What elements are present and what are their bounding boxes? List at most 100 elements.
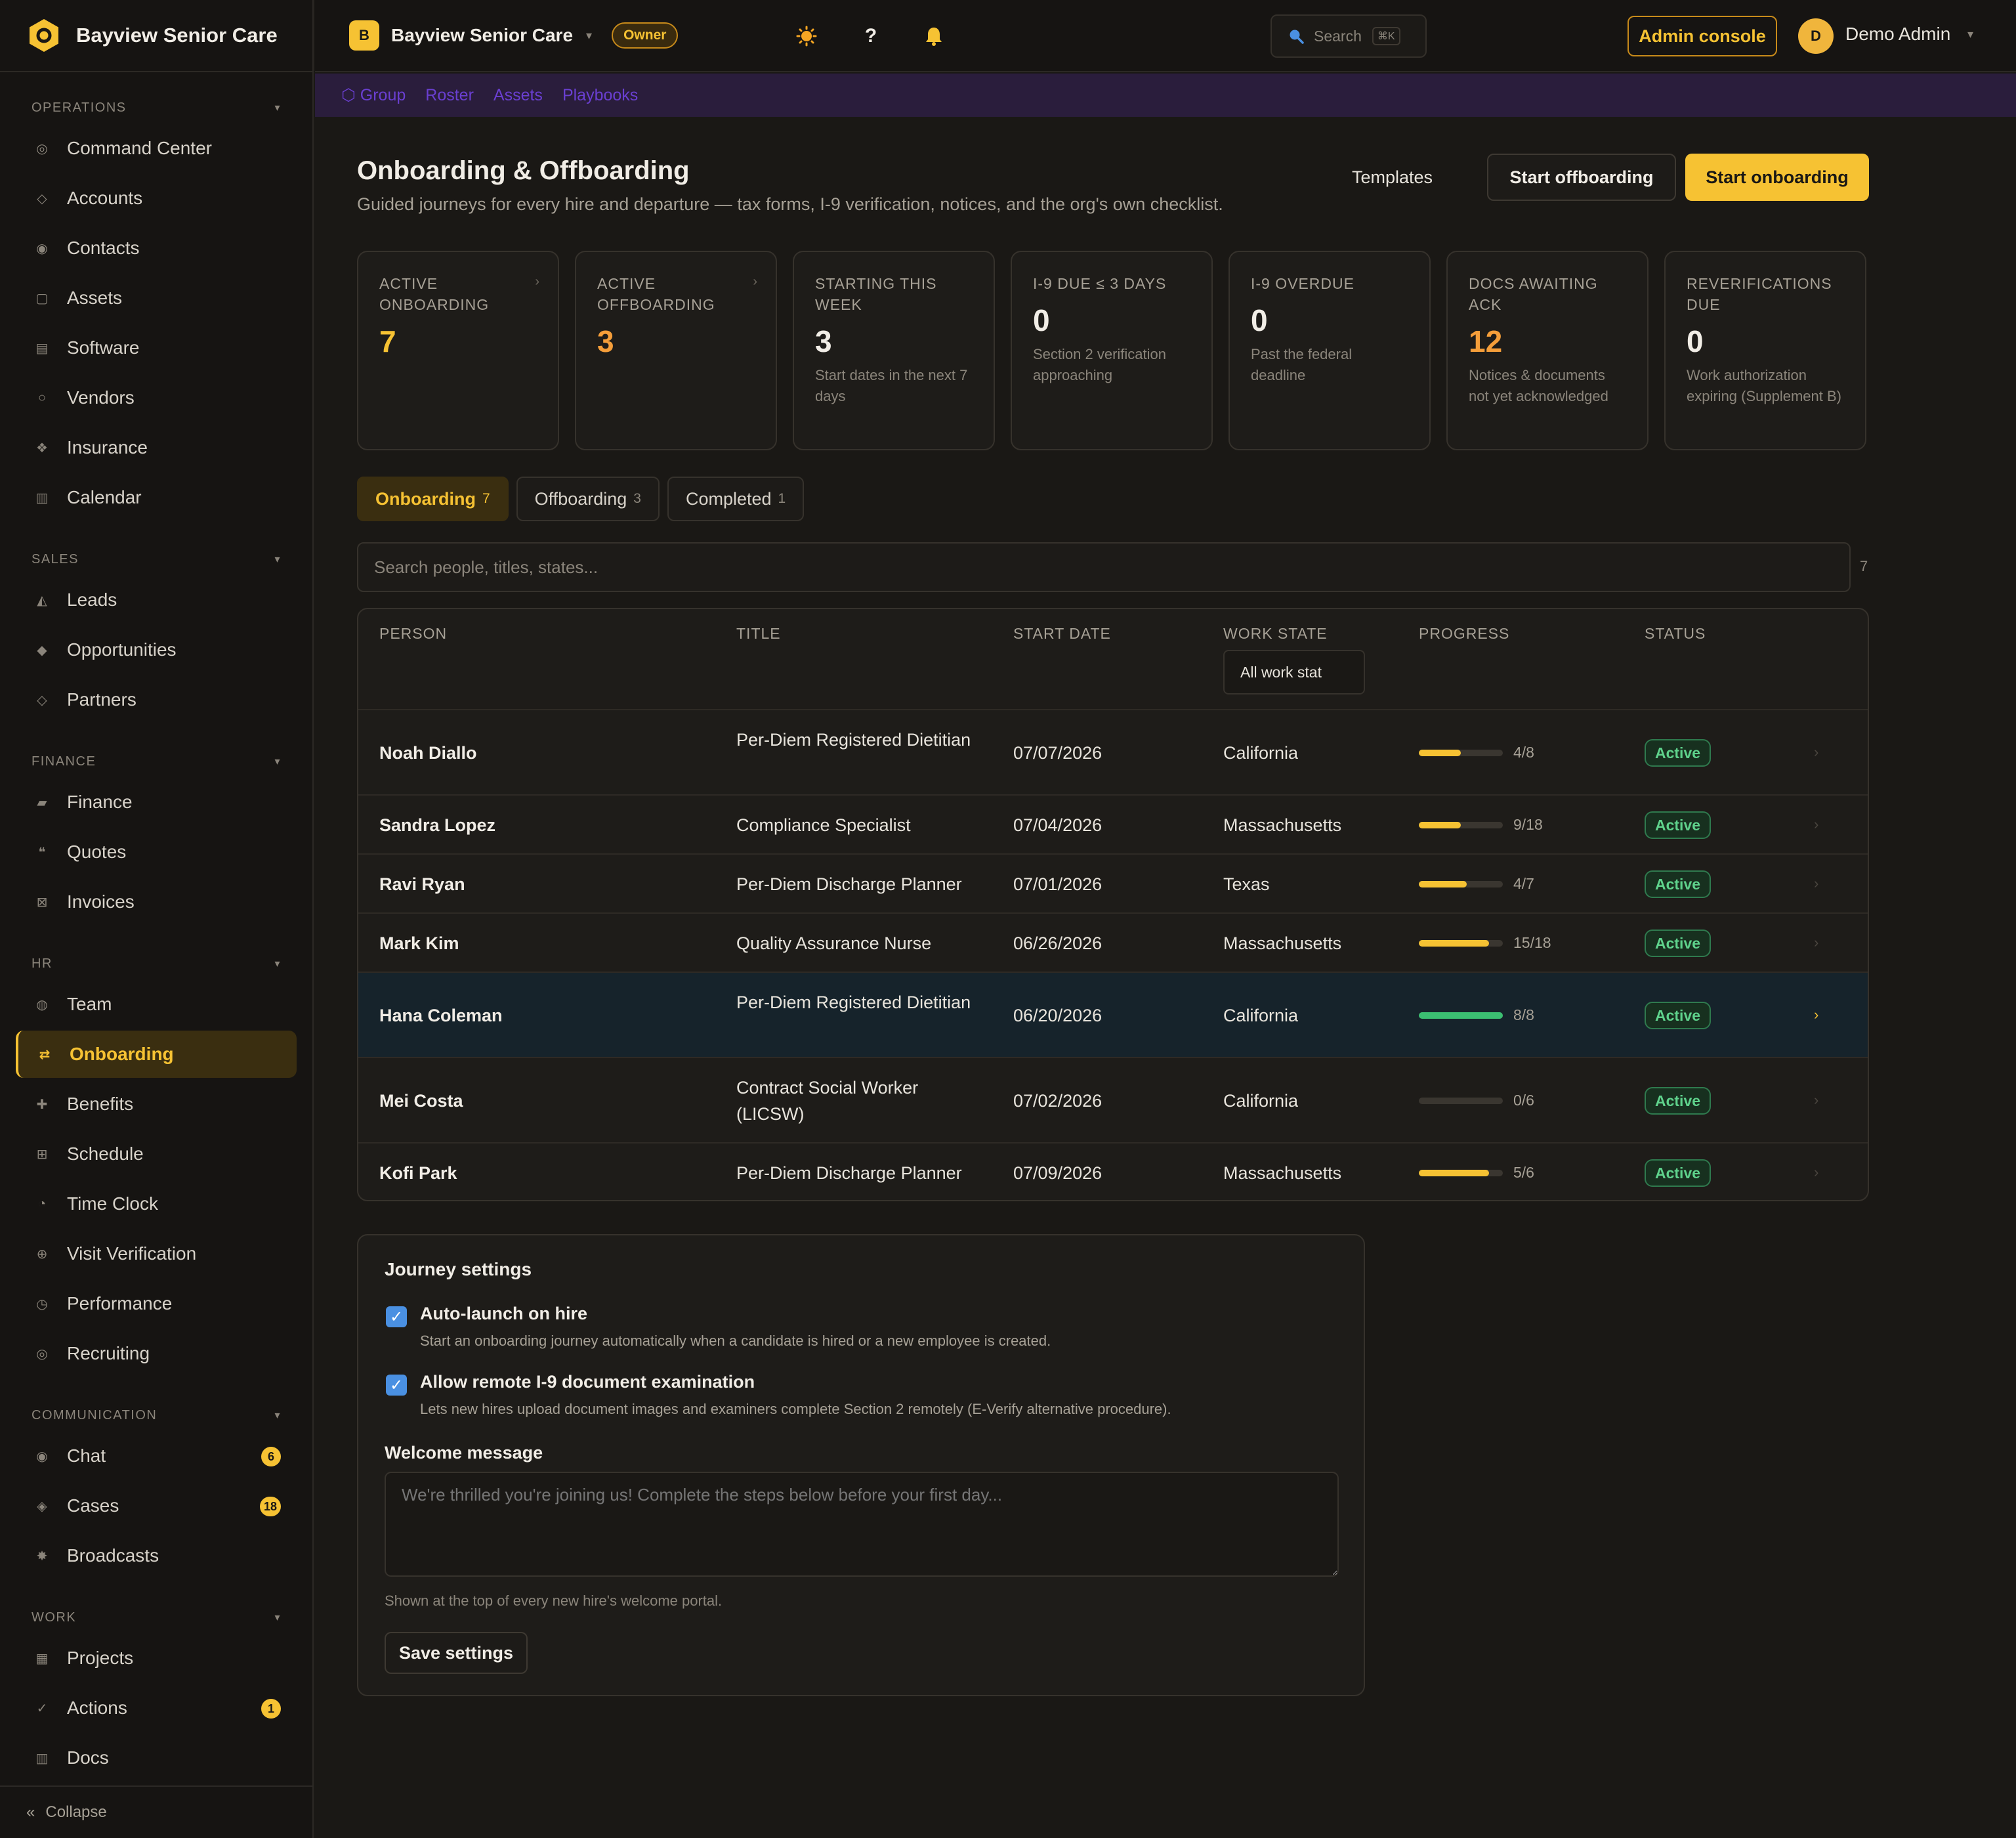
save-settings-button[interactable]: Save settings [385,1632,528,1674]
tab-label: Onboarding [375,488,476,509]
opportunities-icon: ◆ [37,643,47,658]
admin-console-button[interactable]: Admin console [1628,16,1777,56]
chevron-right-icon[interactable]: › [1814,744,1818,761]
chevron-right-icon[interactable]: › [1814,1092,1818,1109]
table-row[interactable]: Noah Diallo Per-Diem Registered Dietitian… [358,710,1868,796]
brand[interactable]: Bayview Senior Care [0,0,312,72]
nav-section-header[interactable]: FINANCE ▾ [0,747,312,776]
sidebar-item-visit-verification[interactable]: ⊕ Visit Verification [16,1230,297,1277]
global-search-button[interactable]: Search ⌘K [1270,14,1427,58]
tab-onboarding[interactable]: Onboarding 7 [357,477,509,521]
chevron-right-icon[interactable]: › [1814,816,1818,833]
chevron-right-icon[interactable]: › [1814,1006,1818,1023]
sidebar-item-chat[interactable]: ◉ Chat 6 [16,1432,297,1480]
sun-icon[interactable] [790,20,823,53]
sidebar-item-contacts[interactable]: ◉ Contacts [16,224,297,272]
sidebar-item-benefits[interactable]: ✚ Benefits [16,1080,297,1128]
sidebar-item-assets[interactable]: ▢ Assets [16,274,297,322]
nav-section-header[interactable]: HR ▾ [0,949,312,978]
sidebar-item-finance[interactable]: ▰ Finance [16,779,297,826]
sidebar-item-cases[interactable]: ◈ Cases 18 [16,1482,297,1529]
sidebar-item-calendar[interactable]: ▥ Calendar [16,474,297,521]
sidebar-item-accounts[interactable]: ◇ Accounts [16,175,297,222]
sidebar-item-schedule[interactable]: ⊞ Schedule [16,1130,297,1178]
table-row[interactable]: Hana Coleman Per-Diem Registered Dietitia… [358,973,1868,1058]
sidebar-item-partners[interactable]: ◇ Partners [16,676,297,723]
subnav-playbooks[interactable]: Playbooks [562,86,638,105]
kpi-card-reverifications-due: REVERIFICATIONS DUE 0 Work authorization e… [1664,251,1866,450]
auto-launch-checkbox[interactable]: ✓ [386,1306,407,1327]
sidebar-item-time-clock[interactable]: ◔ Time Clock [16,1180,297,1228]
start-onboarding-button[interactable]: Start onboarding [1685,154,1869,201]
welcome-message-input[interactable] [385,1472,1339,1577]
table-row[interactable]: Mark Kim Quality Assurance Nurse 06/26/202… [358,914,1868,973]
column-status[interactable]: STATUS [1645,625,1706,643]
sidebar-item-software[interactable]: ▤ Software [16,324,297,372]
table-row[interactable]: Sandra Lopez Compliance Specialist 07/04/2… [358,796,1868,855]
sidebar-item-insurance[interactable]: ❖ Insurance [16,424,297,471]
column-work-state[interactable]: WORK STATE [1223,625,1328,643]
sidebar-item-onboarding[interactable]: ⇄ Onboarding [16,1031,297,1078]
people-search-input[interactable]: Search people, titles, states... [357,542,1851,592]
bell-icon[interactable] [917,20,950,53]
nav-section-header[interactable]: OPERATIONS ▾ [0,93,312,122]
sidebar-item-projects[interactable]: ▦ Projects [16,1635,297,1682]
chevron-down-icon[interactable]: ▾ [586,29,592,43]
org-switcher[interactable]: Bayview Senior Care [391,25,573,46]
help-icon[interactable]: ? [854,20,887,53]
search-icon [1290,30,1304,44]
remote-i9-label[interactable]: Allow remote I-9 document examination [420,1372,755,1392]
sidebar-item-performance[interactable]: ◷ Performance [16,1280,297,1327]
collapse-sidebar-button[interactable]: « Collapse [0,1785,312,1838]
subnav-assets[interactable]: Assets [494,86,543,105]
avatar[interactable]: D [1798,18,1834,54]
nav-section-header[interactable]: SALES ▾ [0,545,312,574]
onboarding-icon: ⇄ [39,1047,51,1062]
chevron-right-icon[interactable]: › [1814,934,1818,951]
kpi-card-active-offboarding[interactable]: ACTIVE OFFBOARDING › 3 [575,251,777,450]
sidebar-item-team[interactable]: ◍ Team [16,981,297,1028]
subnav-group[interactable]: ⬡ Group [341,85,406,105]
chevron-down-icon[interactable]: ▾ [1967,28,1973,41]
column-start-date[interactable]: START DATE [1013,625,1111,643]
templates-button[interactable]: Templates [1335,154,1450,201]
column-progress[interactable]: PROGRESS [1419,625,1509,643]
docs-icon: ▥ [35,1751,49,1766]
tab-completed[interactable]: Completed 1 [667,477,805,521]
nav-section-header[interactable]: COMMUNICATION ▾ [0,1401,312,1430]
sidebar-item-quotes[interactable]: ❝ Quotes [16,828,297,876]
sidebar-item-opportunities[interactable]: ◆ Opportunities [16,626,297,673]
chevron-right-icon[interactable]: › [1814,1164,1818,1181]
table-row[interactable]: Ravi Ryan Per-Diem Discharge Planner 07/01… [358,855,1868,914]
nav-section-header[interactable]: WORK ▾ [0,1603,312,1632]
table-row[interactable]: Mei Costa Contract Social Worker (LICSW) 0… [358,1058,1868,1143]
sidebar-item-leads[interactable]: ◭ Leads [16,576,297,624]
sidebar-item-vendors[interactable]: ○ Vendors [16,374,297,421]
column-person[interactable]: PERSON [379,625,447,643]
sidebar-nav: OPERATIONS ▾ ◎ Command Center ◇ Accounts ◉ Cont… [0,72,312,1779]
nav-section-label: FINANCE [32,754,96,769]
sidebar-item-recruiting[interactable]: ◎ Recruiting [16,1330,297,1377]
remote-i9-checkbox[interactable]: ✓ [386,1375,407,1396]
sidebar-item-label: Assets [67,288,123,308]
table-row[interactable]: Kofi Park Per-Diem Discharge Planner 07/09… [358,1143,1868,1200]
tab-label: Offboarding [534,488,627,509]
user-menu[interactable]: Demo Admin [1845,24,1950,45]
tab-label: Completed [685,488,772,509]
kpi-card-active-onboarding[interactable]: ACTIVE ONBOARDING › 7 [357,251,559,450]
subnav-roster[interactable]: Roster [425,86,474,105]
column-title[interactable]: TITLE [736,625,781,643]
tab-offboarding[interactable]: Offboarding 3 [516,477,660,521]
sidebar-item-broadcasts[interactable]: ✸ Broadcasts [16,1532,297,1579]
chevron-right-icon[interactable]: › [1814,875,1818,892]
org-avatar[interactable]: B [349,20,379,51]
job-title: Contract Social Worker (LICSW) [736,1078,919,1124]
sidebar-item-invoices[interactable]: ⊠ Invoices [16,878,297,926]
start-offboarding-button[interactable]: Start offboarding [1487,154,1676,201]
auto-launch-label[interactable]: Auto-launch on hire [420,1304,587,1324]
sidebar-item-actions[interactable]: ✓ Actions 1 [16,1684,297,1732]
work-state-filter[interactable]: All work stat [1223,650,1365,695]
sidebar-item-command-center[interactable]: ◎ Command Center [16,125,297,172]
person-name: Hana Coleman [379,1006,503,1025]
sidebar-item-docs[interactable]: ▥ Docs [16,1734,297,1779]
